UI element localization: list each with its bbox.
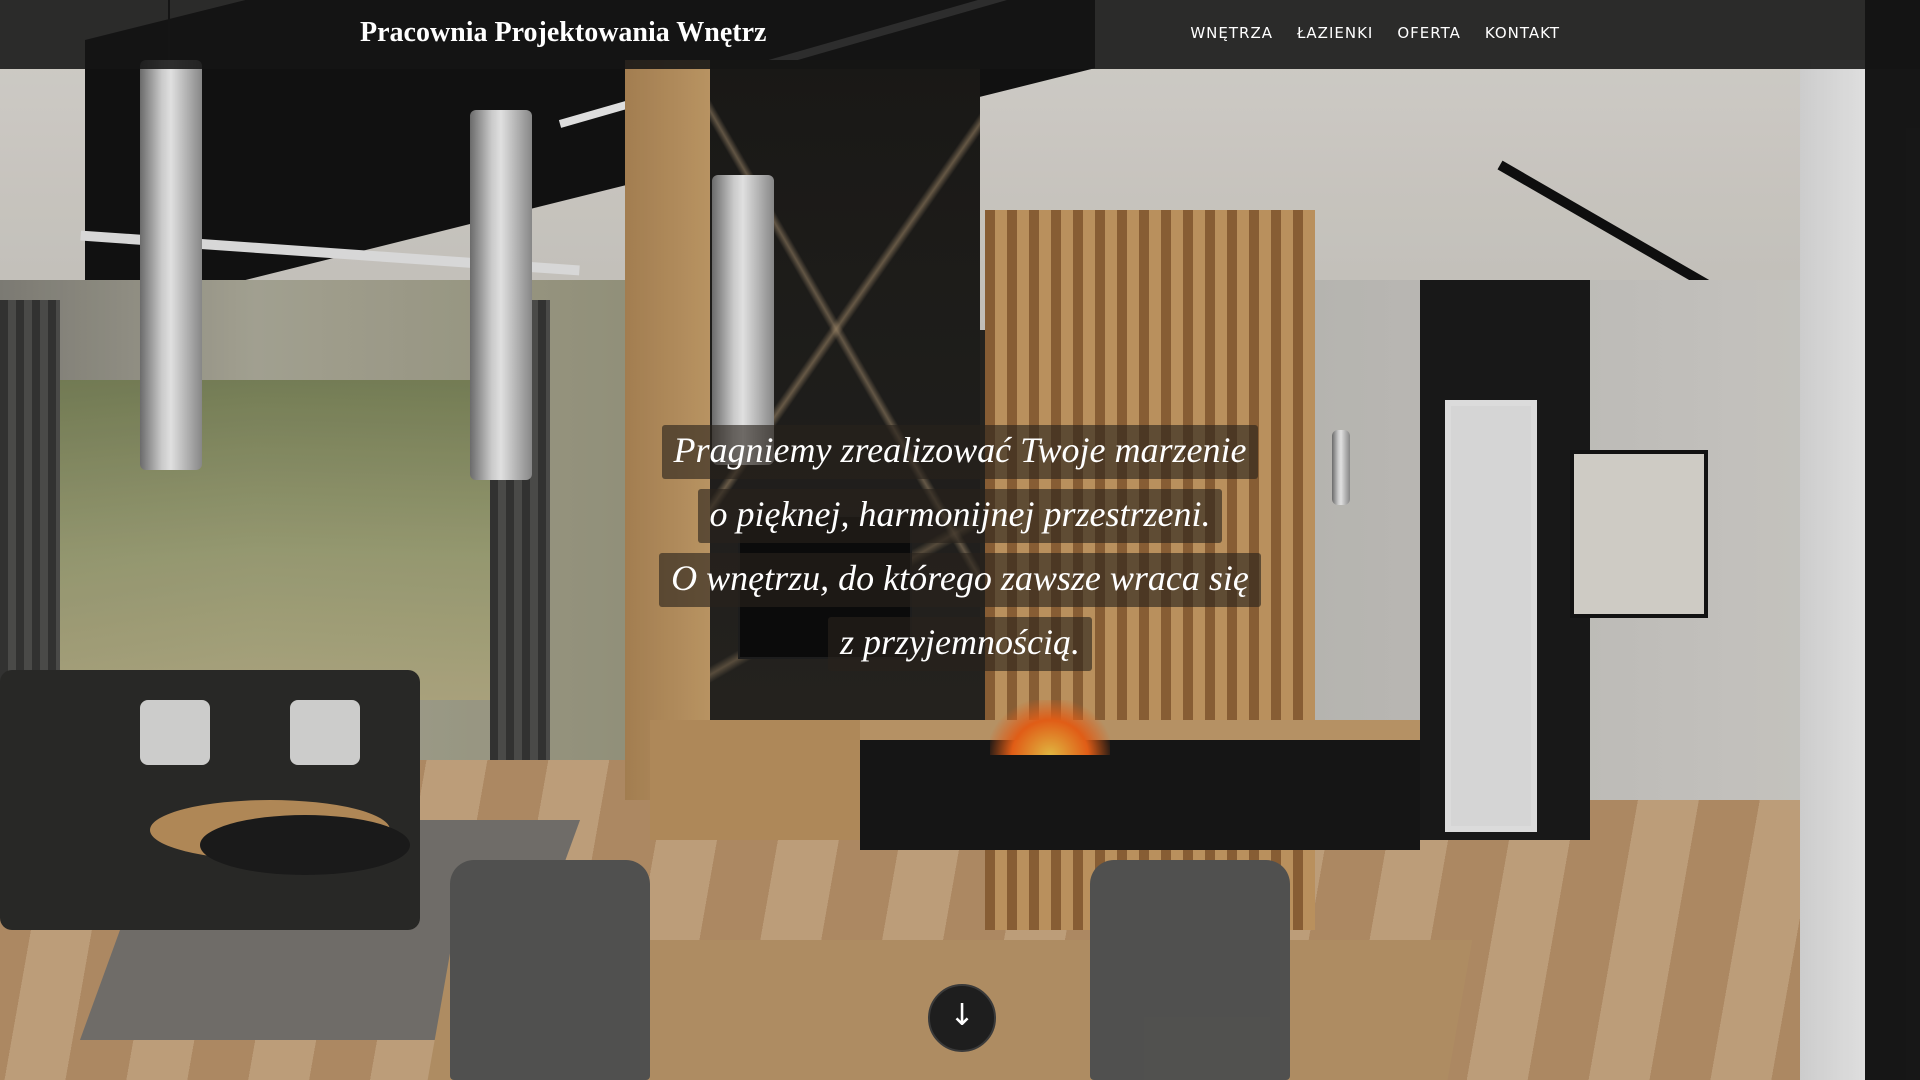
site-brand-link[interactable]: Pracownia Projektowania Wnętrz: [360, 17, 766, 49]
top-navbar: Pracownia Projektowania Wnętrz WNĘTRZA Ł…: [0, 0, 1920, 69]
nav-link-lazienki[interactable]: ŁAZIENKI: [1297, 24, 1373, 42]
hero-quote-line: O wnętrzu, do którego zawsze wraca się: [659, 553, 1261, 607]
main-nav: WNĘTRZA ŁAZIENKI OFERTA KONTAKT: [1190, 24, 1560, 42]
hero-quote: Pragniemy zrealizować Twoje marzenie o p…: [0, 420, 1920, 676]
nav-link-oferta[interactable]: OFERTA: [1397, 24, 1461, 42]
hero-quote-line: Pragniemy zrealizować Twoje marzenie: [661, 425, 1259, 479]
nav-link-kontakt[interactable]: KONTAKT: [1485, 24, 1560, 42]
nav-link-wnetrza[interactable]: WNĘTRZA: [1190, 24, 1273, 42]
hero-quote-line: o pięknej, harmonijnej przestrzeni.: [697, 489, 1223, 543]
hero-quote-line: z przyjemnością.: [828, 617, 1092, 671]
arrow-down-icon: ↓: [949, 998, 975, 1033]
scroll-down-button[interactable]: ↓: [928, 984, 996, 1052]
